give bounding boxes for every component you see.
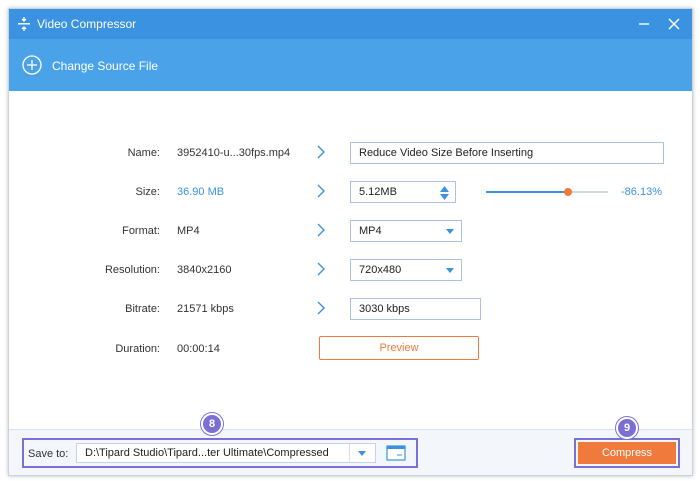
save-path-select[interactable]: D:\Tipard Studio\Tipard...ter Ultimate\C… (76, 443, 376, 463)
dropdown-arrow-icon (446, 268, 454, 273)
compress-highlight: Compress (574, 438, 680, 468)
add-circle-icon (22, 55, 42, 75)
chevron-right-icon (317, 223, 325, 237)
compress-label: Compress (601, 447, 653, 459)
video-compressor-window: Video Compressor Change Source File Name… (8, 8, 693, 476)
change-source-file-label: Change Source File (52, 59, 159, 73)
title-bar: Video Compressor (9, 9, 692, 39)
slider-thumb[interactable] (563, 188, 572, 196)
output-bitrate-input[interactable]: 3030 kbps (350, 298, 481, 320)
bottom-bar: Save to: D:\Tipard Studio\Tipard...ter U… (9, 413, 692, 475)
preview-label: Preview (379, 342, 419, 354)
window-title: Video Compressor (37, 17, 137, 31)
output-name-text: Reduce Video Size Before Inserting (359, 147, 534, 159)
save-to-label: Save to: (28, 448, 69, 460)
output-format-select[interactable]: MP4 (350, 220, 462, 242)
size-label: Size: (135, 186, 160, 198)
minimize-icon[interactable] (636, 16, 652, 32)
output-format-text: MP4 (359, 225, 382, 237)
select-divider (349, 444, 350, 462)
chevron-right-icon (317, 262, 325, 276)
change-source-file-button[interactable]: Change Source File (9, 39, 692, 91)
output-bitrate-text: 3030 kbps (359, 303, 410, 315)
save-to-highlight: Save to: D:\Tipard Studio\Tipard...ter U… (22, 438, 418, 468)
compress-button[interactable]: Compress (578, 442, 676, 464)
size-slider[interactable] (486, 186, 608, 198)
output-size-stepper[interactable]: 5.12MB (350, 181, 456, 203)
stepper-up-icon[interactable] (440, 185, 449, 192)
output-name-input[interactable]: Reduce Video Size Before Inserting (350, 142, 664, 164)
dropdown-arrow-icon[interactable] (358, 451, 366, 456)
save-path-text: D:\Tipard Studio\Tipard...ter Ultimate\C… (85, 447, 329, 459)
folder-icon[interactable] (386, 445, 406, 461)
name-label: Name: (127, 147, 160, 159)
step-badge-9: 9 (616, 417, 638, 439)
chevron-right-icon (317, 184, 325, 198)
size-reduction-percent: -86.13% (621, 186, 662, 198)
output-resolution-select[interactable]: 720x480 (350, 259, 462, 281)
source-resolution-value: 3840x2160 (177, 264, 232, 276)
duration-label: Duration: (115, 343, 160, 355)
bitrate-label: Bitrate: (125, 303, 160, 315)
dropdown-arrow-icon (446, 229, 454, 234)
stepper-down-icon[interactable] (440, 194, 449, 201)
source-duration-value: 00:00:14 (177, 343, 220, 355)
source-bitrate-value: 21571 kbps (177, 303, 234, 315)
chevron-right-icon (317, 301, 325, 315)
format-label: Format: (122, 225, 160, 237)
slider-fill (486, 191, 568, 193)
close-icon[interactable] (666, 16, 682, 32)
output-resolution-text: 720x480 (359, 264, 402, 276)
output-size-text: 5.12MB (359, 186, 397, 198)
preview-button[interactable]: Preview (319, 336, 479, 360)
source-name-value: 3952410-u...30fps.mp4 (177, 147, 291, 159)
source-size-value: 36.90 MB (177, 186, 225, 198)
compressor-app-icon (18, 17, 30, 31)
resolution-label: Resolution: (104, 264, 160, 276)
source-format-value: MP4 (177, 225, 200, 237)
chevron-right-icon (317, 145, 325, 159)
step-badge-8: 8 (201, 413, 223, 435)
